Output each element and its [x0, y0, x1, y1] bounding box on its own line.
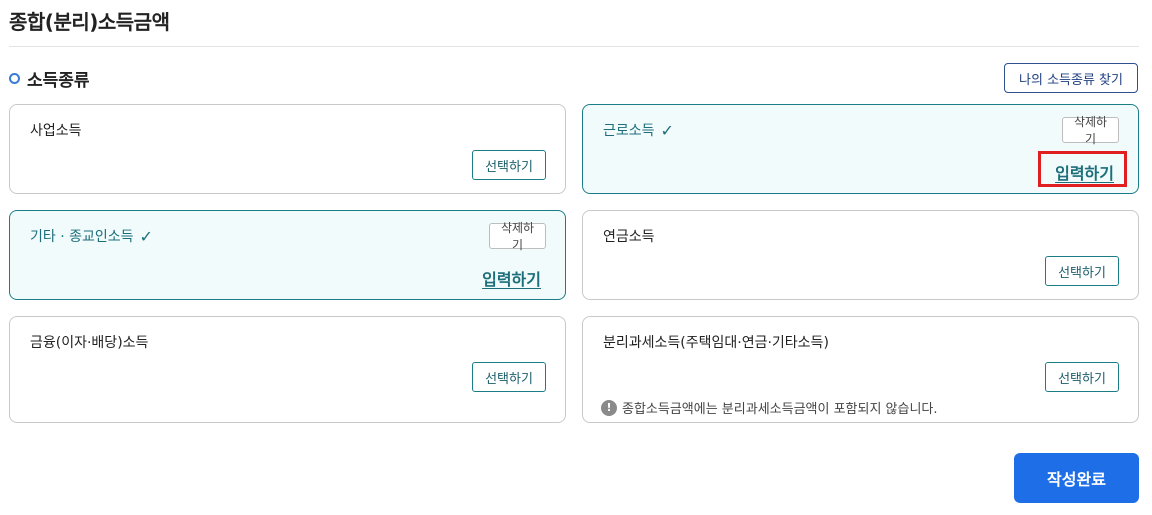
select-business-button[interactable]: 선택하기 [472, 150, 546, 180]
card-label: 분리과세소득(주택임대·연금·기타소득) [603, 335, 829, 351]
card-business-income: 사업소득 선택하기 [9, 104, 566, 194]
delete-earned-button[interactable]: 삭제하기 [1062, 115, 1119, 146]
highlight-box [1038, 151, 1127, 187]
card-pension-income: 연금소득 선택하기 [582, 210, 1139, 300]
title-divider [9, 46, 1139, 47]
section-header: 소득종류 [9, 66, 90, 91]
delete-other-religious-button[interactable]: 삭제하기 [489, 221, 546, 252]
card-label: 사업소득 [30, 123, 82, 139]
card-other-religious-income: 기타 · 종교인소득 ✓ 삭제하기 입력하기 [9, 210, 566, 300]
input-other-religious-link[interactable]: 입력하기 [482, 266, 541, 290]
submit-button[interactable]: 작성완료 [1014, 453, 1139, 503]
section-title: 소득종류 [27, 70, 90, 91]
select-pension-button[interactable]: 선택하기 [1045, 256, 1119, 286]
select-separate-button[interactable]: 선택하기 [1045, 362, 1119, 392]
circle-bullet-icon [9, 72, 20, 84]
select-financial-button[interactable]: 선택하기 [472, 362, 546, 392]
find-income-type-button[interactable]: 나의 소득종류 찾기 [1004, 63, 1138, 93]
info-icon: ! [601, 399, 617, 416]
check-icon: ✓ [660, 120, 674, 140]
card-label: 기타 · 종교인소득 ✓ [30, 226, 153, 246]
info-note: ! 종합소득금액에는 분리과세소득금액이 포함되지 않습니다. [601, 398, 938, 417]
page-title: 종합(분리)소득금액 [9, 10, 170, 34]
check-icon: ✓ [139, 226, 153, 246]
card-separate-taxation-income: 분리과세소득(주택임대·연금·기타소득) 선택하기 ! 종합소득금액에는 분리과… [582, 316, 1139, 423]
card-label: 금융(이자·배당)소득 [30, 335, 149, 351]
card-financial-income: 금융(이자·배당)소득 선택하기 [9, 316, 566, 423]
card-label: 근로소득 ✓ [603, 120, 674, 140]
card-label: 연금소득 [603, 229, 655, 245]
